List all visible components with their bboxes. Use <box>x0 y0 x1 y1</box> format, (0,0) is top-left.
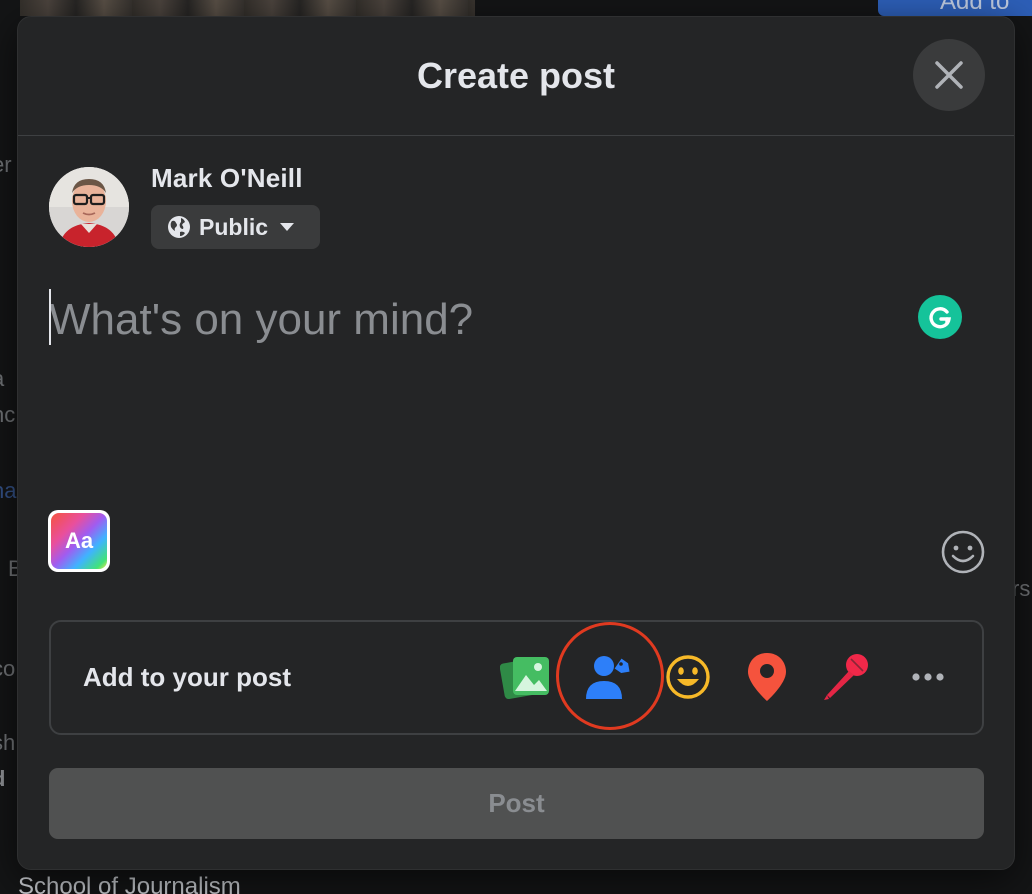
tag-people-button[interactable] <box>581 649 637 705</box>
create-post-dialog: Create post Mark O'Neill Public What's o… <box>17 16 1015 870</box>
close-icon <box>935 61 963 89</box>
background-left-fragment: sh <box>0 730 16 755</box>
chevron-down-icon <box>280 223 295 231</box>
globe-icon <box>168 216 190 238</box>
post-composer-input[interactable] <box>49 285 899 355</box>
grammarly-icon <box>929 307 951 329</box>
user-name: Mark O'Neill <box>151 163 303 193</box>
dialog-title: Create post <box>416 55 616 96</box>
background-left-fragment: co <box>0 656 16 681</box>
add-to-post-label: Add to your post <box>83 662 291 692</box>
grammarly-button[interactable] <box>918 295 962 339</box>
background-left-fragment: a <box>0 366 4 392</box>
background-left-fragment: er <box>0 152 12 177</box>
add-to-post-bar: Add to your post <box>49 620 984 735</box>
host-qa-button[interactable] <box>819 649 875 705</box>
tag-people-icon <box>586 656 630 699</box>
microphone-icon <box>824 654 868 700</box>
background-photos <box>20 0 475 16</box>
avatar-image <box>49 167 129 247</box>
dialog-header: Create post <box>18 17 1014 136</box>
background-left-fragment: na <box>0 478 17 503</box>
post-button[interactable]: Post <box>49 768 984 839</box>
privacy-label: Public <box>199 213 269 240</box>
close-button[interactable] <box>913 39 985 111</box>
user-avatar[interactable] <box>49 167 129 247</box>
photo-icon <box>500 657 549 700</box>
background-left-fragment: nc <box>0 402 16 427</box>
background-left-fragment: d <box>0 766 5 792</box>
smiley-icon <box>666 655 710 699</box>
feeling-activity-button[interactable] <box>660 649 716 705</box>
text-cursor <box>49 289 51 345</box>
text-style-label: Aa <box>51 513 107 569</box>
check-in-button[interactable] <box>739 649 795 705</box>
background-bottom-text: School of Journalism <box>18 873 241 894</box>
more-options-button[interactable] <box>900 649 956 705</box>
emoji-button[interactable] <box>940 529 986 575</box>
text-style-button[interactable]: Aa <box>48 510 110 572</box>
location-pin-icon <box>748 653 786 701</box>
background-add-button-label: Add to <box>940 0 1010 15</box>
privacy-selector[interactable]: Public <box>151 205 320 249</box>
more-icon <box>912 673 944 681</box>
smiley-outline-icon <box>941 530 985 574</box>
photo-video-button[interactable] <box>498 649 554 705</box>
